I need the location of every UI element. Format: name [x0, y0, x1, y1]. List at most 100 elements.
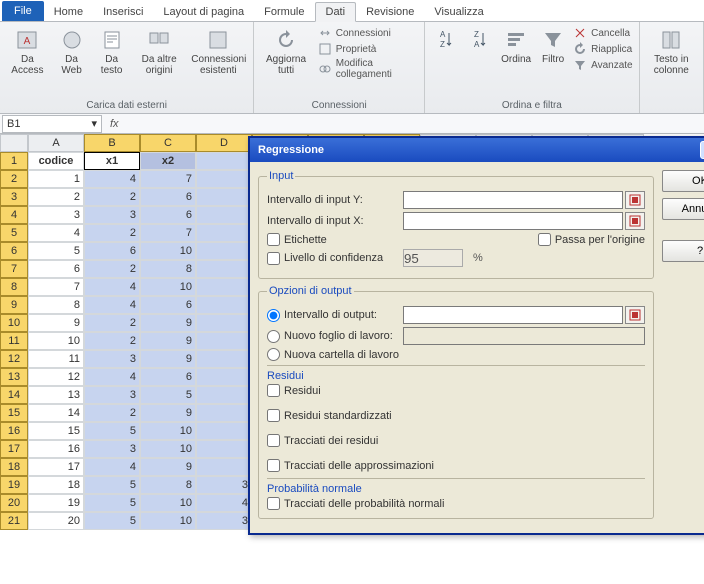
row-header[interactable]: 13	[0, 368, 28, 386]
cell[interactable]: 4	[28, 224, 84, 242]
cell[interactable]: 9	[140, 314, 196, 332]
cell[interactable]: 10	[140, 242, 196, 260]
row-header[interactable]: 21	[0, 512, 28, 530]
cell[interactable]: 2	[84, 188, 140, 206]
cell[interactable]	[196, 458, 252, 476]
cell[interactable]: 10	[140, 440, 196, 458]
cell[interactable]: 10	[140, 494, 196, 512]
cell[interactable]	[196, 332, 252, 350]
row-header[interactable]: 20	[0, 494, 28, 512]
cell[interactable]: 2	[84, 260, 140, 278]
properties-button[interactable]: Proprietà	[318, 42, 418, 56]
sort-desc-button[interactable]: ZA	[465, 26, 493, 54]
cell[interactable]	[196, 368, 252, 386]
cell[interactable]: 6	[84, 242, 140, 260]
line-fit-plots-checkbox[interactable]: Tracciati delle approssimazioni	[267, 459, 645, 472]
advanced-filter-button[interactable]: Avanzate	[573, 58, 633, 72]
cell[interactable]: 18	[28, 476, 84, 494]
row-header[interactable]: 8	[0, 278, 28, 296]
cell[interactable]: 5	[84, 422, 140, 440]
sort-asc-button[interactable]: AZ	[431, 26, 459, 54]
ref-picker-button[interactable]	[625, 212, 645, 230]
row-header[interactable]: 12	[0, 350, 28, 368]
cell[interactable]: 8	[28, 296, 84, 314]
cell[interactable]	[196, 242, 252, 260]
row-header[interactable]: 10	[0, 314, 28, 332]
cell[interactable]: 3	[28, 206, 84, 224]
col-header-C[interactable]: C	[140, 134, 196, 152]
cell[interactable]: 5	[84, 476, 140, 494]
cell[interactable]: 8	[140, 476, 196, 494]
residual-plots-checkbox[interactable]: Tracciati dei residui	[267, 434, 645, 447]
cell[interactable]	[196, 260, 252, 278]
cell[interactable]: 2	[84, 314, 140, 332]
from-text-button[interactable]: Da testo	[94, 26, 129, 78]
cell[interactable]: 4	[84, 458, 140, 476]
cell[interactable]: 7	[28, 278, 84, 296]
cell[interactable]: 4	[84, 296, 140, 314]
cell[interactable]	[196, 278, 252, 296]
cell[interactable]: 17	[28, 458, 84, 476]
ok-button[interactable]: OK	[662, 170, 704, 192]
cell[interactable]: x1	[84, 152, 140, 170]
row-header[interactable]: 18	[0, 458, 28, 476]
text-to-columns-button[interactable]: Testo in colonne	[646, 26, 697, 78]
cell[interactable]: 4	[196, 494, 252, 512]
cell[interactable]: 16	[28, 440, 84, 458]
std-residuals-checkbox[interactable]: Residui standardizzati	[267, 409, 645, 422]
select-all-corner[interactable]	[0, 134, 28, 152]
sort-button[interactable]: Ordina	[499, 26, 533, 67]
col-header-D[interactable]: D	[196, 134, 252, 152]
row-header[interactable]: 16	[0, 422, 28, 440]
name-box[interactable]: B1▾	[2, 115, 102, 133]
existing-conn-button[interactable]: Connessioni esistenti	[189, 26, 247, 78]
cell[interactable]	[196, 224, 252, 242]
row-header[interactable]: 11	[0, 332, 28, 350]
file-tab[interactable]: File	[2, 1, 44, 21]
new-workbook-radio[interactable]: Nuova cartella di lavoro	[267, 348, 399, 361]
cell[interactable]: 11	[28, 350, 84, 368]
cell[interactable]: 5	[140, 386, 196, 404]
cell[interactable]: 6	[140, 368, 196, 386]
from-other-button[interactable]: Da altre origini	[135, 26, 183, 78]
cell[interactable]: 6	[140, 206, 196, 224]
cell[interactable]: 4	[84, 368, 140, 386]
cell[interactable]: 8	[140, 260, 196, 278]
reapply-button[interactable]: Riapplica	[573, 42, 633, 56]
output-range-radio[interactable]: Intervallo di output:	[267, 309, 397, 322]
row-header[interactable]: 3	[0, 188, 28, 206]
cell[interactable]: 4	[84, 170, 140, 188]
cell[interactable]: 2	[84, 404, 140, 422]
tab-layout[interactable]: Layout di pagina	[153, 3, 254, 21]
cell[interactable]: 19	[28, 494, 84, 512]
ref-picker-button[interactable]	[625, 191, 645, 209]
cell[interactable]: 10	[28, 332, 84, 350]
row-header[interactable]: 2	[0, 170, 28, 188]
cell[interactable]	[196, 350, 252, 368]
cell[interactable]	[196, 188, 252, 206]
from-access-button[interactable]: ADa Access	[6, 26, 49, 78]
tab-formule[interactable]: Formule	[254, 3, 314, 21]
cell[interactable]: 6	[140, 296, 196, 314]
y-range-input[interactable]	[403, 191, 623, 209]
tab-revisione[interactable]: Revisione	[356, 3, 424, 21]
row-header[interactable]: 4	[0, 206, 28, 224]
row-header[interactable]: 14	[0, 386, 28, 404]
row-header[interactable]: 6	[0, 242, 28, 260]
cell[interactable]: 4	[84, 278, 140, 296]
tab-dati[interactable]: Dati	[315, 2, 357, 22]
cell[interactable]: 6	[140, 188, 196, 206]
cell[interactable]: 5	[84, 494, 140, 512]
ref-picker-button[interactable]	[625, 306, 645, 324]
row-header[interactable]: 5	[0, 224, 28, 242]
output-range-input[interactable]	[403, 306, 623, 324]
cell[interactable]: 1	[28, 170, 84, 188]
cell[interactable]: 20	[28, 512, 84, 530]
origin-checkbox[interactable]: Passa per l'origine	[538, 233, 645, 246]
cancel-button[interactable]: Annulla	[662, 198, 704, 220]
row-header[interactable]: 17	[0, 440, 28, 458]
cell[interactable]: 12	[28, 368, 84, 386]
cell[interactable]	[196, 206, 252, 224]
cell[interactable]: 3	[84, 386, 140, 404]
cell[interactable]: 2	[84, 332, 140, 350]
